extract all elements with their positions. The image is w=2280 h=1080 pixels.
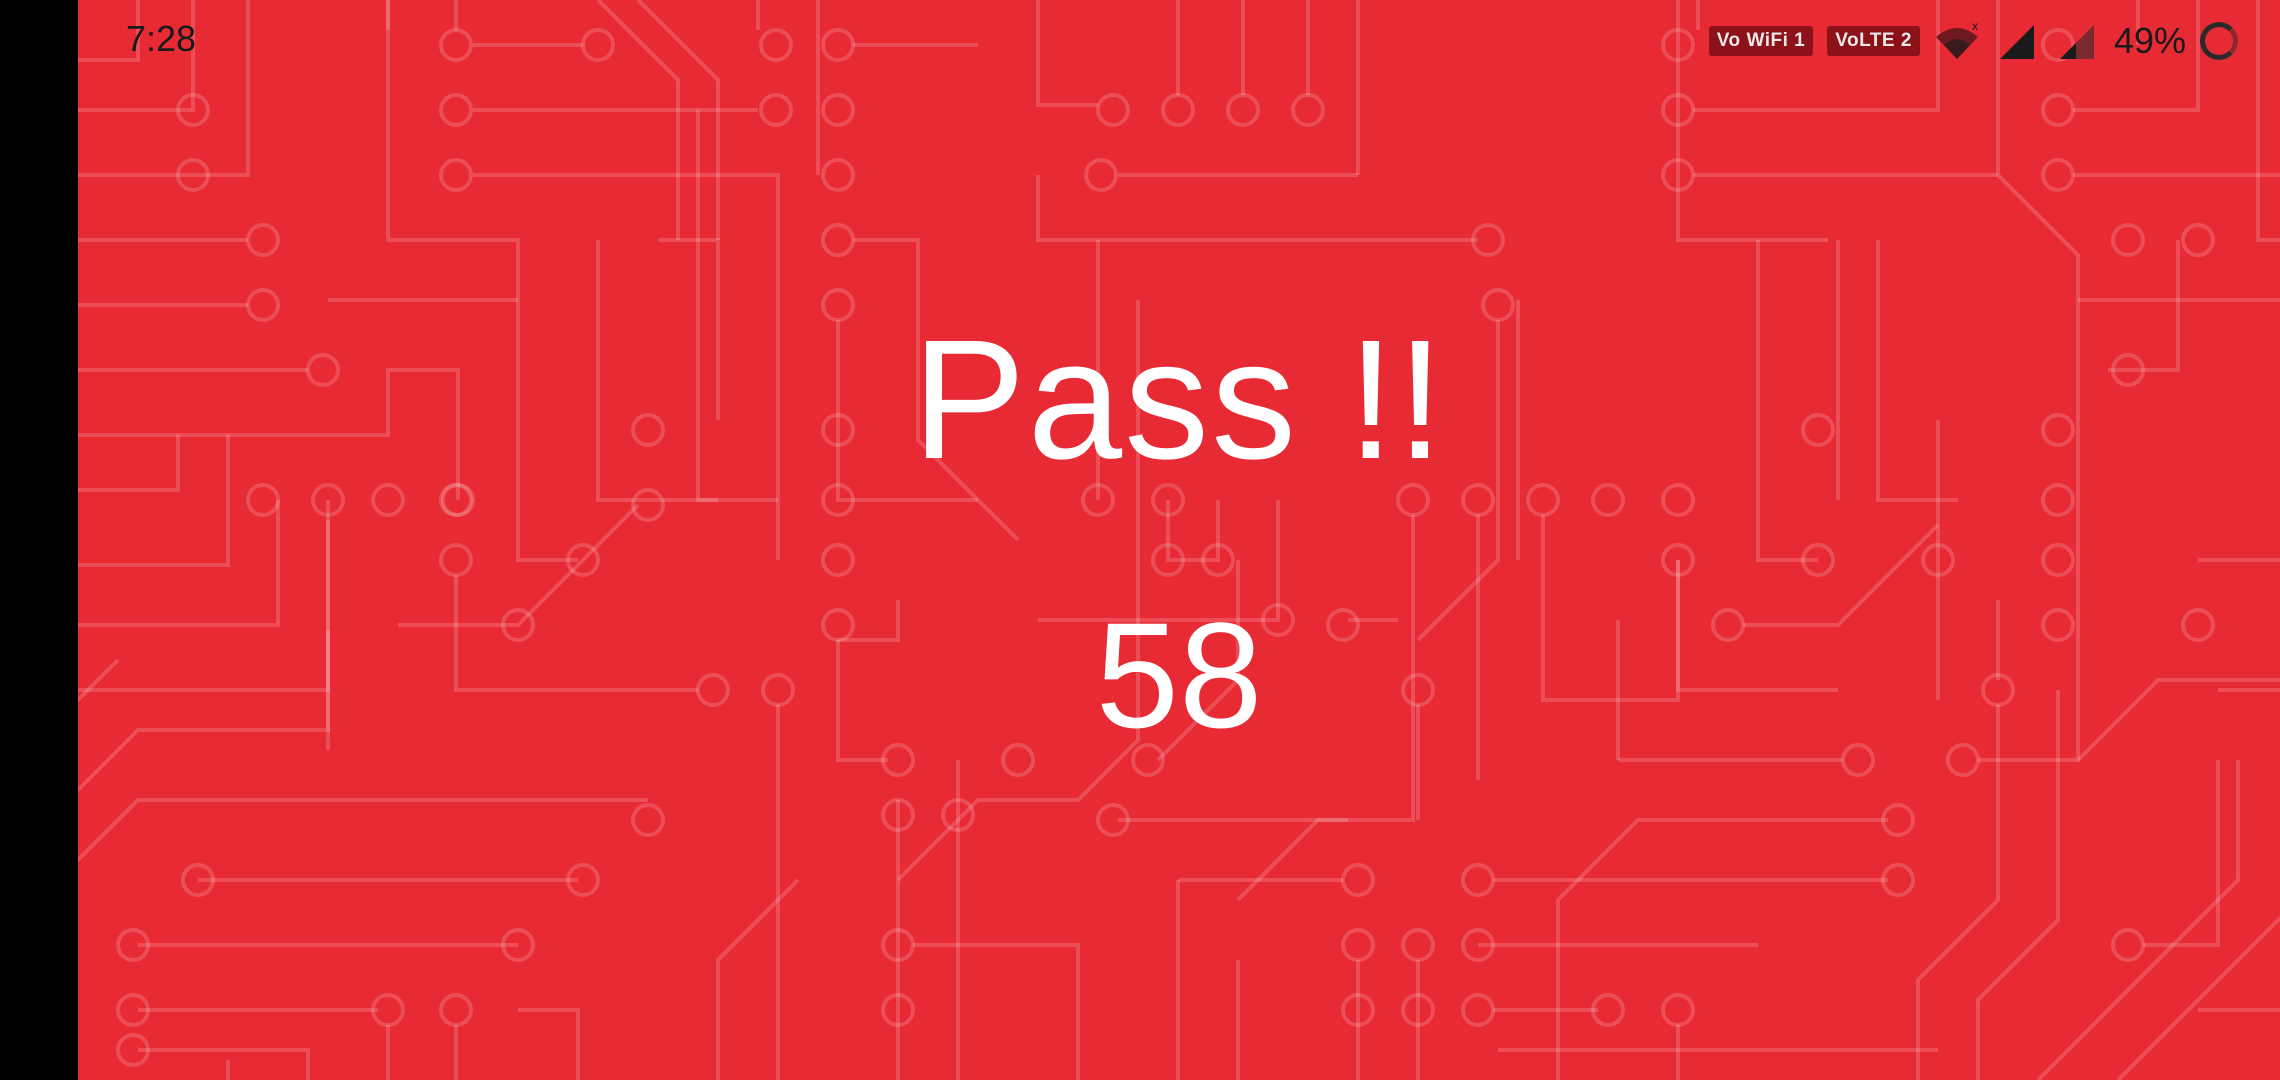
svg-text:x: x xyxy=(1972,21,1978,33)
app-background xyxy=(78,0,2280,1080)
result-score: 58 xyxy=(1095,591,1263,759)
status-clock: 7:28 xyxy=(126,18,197,59)
status-bar: 7:28 Vo WiFi 1 VoLTE 2 x 49% xyxy=(78,0,2280,80)
battery-ring-icon xyxy=(2200,22,2238,60)
cell-signal-icon xyxy=(1999,25,2034,59)
vowifi-badge: Vo WiFi 1 xyxy=(1708,26,1814,56)
cell-signal-weak-icon xyxy=(2059,25,2094,59)
screen: 7:28 Vo WiFi 1 VoLTE 2 x 49% Pass !! 58 xyxy=(0,0,2280,1080)
left-edge-bar xyxy=(0,0,78,1080)
circuit-pattern-background xyxy=(78,0,2280,1080)
wifi-icon: x xyxy=(1935,21,1978,59)
result-title: Pass !! xyxy=(912,305,1446,495)
status-icons: Vo WiFi 1 VoLTE 2 x 49% xyxy=(1708,18,2238,64)
battery-percent: 49% xyxy=(2113,20,2186,61)
volte-badge: VoLTE 2 xyxy=(1827,26,1920,56)
